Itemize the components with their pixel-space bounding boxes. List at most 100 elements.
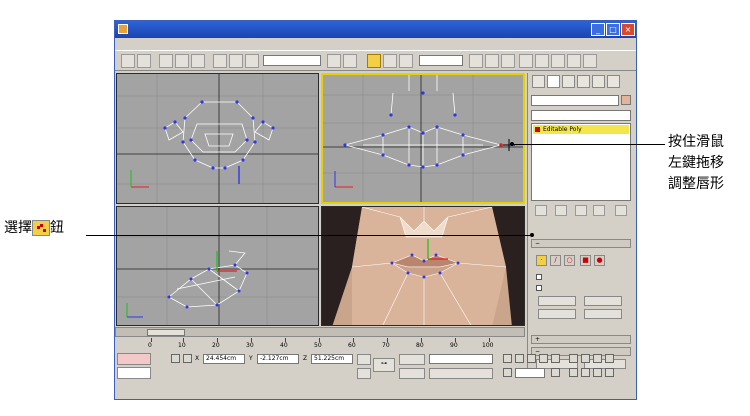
zoom-extents-all-icon[interactable] xyxy=(605,354,614,363)
quick-render-button[interactable] xyxy=(583,54,597,68)
shrink-button[interactable] xyxy=(538,296,576,306)
go-to-start-icon[interactable] xyxy=(503,354,512,363)
by-vertex-checkbox[interactable] xyxy=(536,273,545,280)
select-and-rotate-button[interactable] xyxy=(343,54,357,68)
selection-rollout-header[interactable]: − xyxy=(531,239,631,248)
ring-button[interactable] xyxy=(538,309,576,319)
show-end-result-icon[interactable] xyxy=(555,205,567,216)
maxscript-listener-mini[interactable] xyxy=(117,353,151,365)
zoom-extents-icon[interactable] xyxy=(593,354,602,363)
schematic-view-button[interactable] xyxy=(535,54,549,68)
timeline-ruler[interactable]: 0 10 20 30 40 50 60 70 80 90 100 xyxy=(115,338,525,350)
pan-icon[interactable] xyxy=(581,368,590,377)
set-key-button[interactable] xyxy=(399,368,425,379)
expand-icon: + xyxy=(535,336,541,343)
set-key-big-button[interactable]: ⊶ xyxy=(373,358,395,372)
modifier-stack-item[interactable]: Editable Poly xyxy=(533,125,629,134)
play-icon[interactable] xyxy=(527,354,536,363)
undo-button[interactable] xyxy=(121,54,135,68)
x-label: X xyxy=(195,355,200,362)
arc-rotate-icon[interactable] xyxy=(593,368,602,377)
remove-modifier-icon[interactable] xyxy=(593,205,605,216)
rectangular-selection-button[interactable] xyxy=(245,54,259,68)
select-link-button[interactable] xyxy=(159,54,173,68)
z-coordinate-field[interactable]: 51.225cm xyxy=(311,354,353,364)
modifier-list-dropdown[interactable] xyxy=(531,110,631,121)
viewport-front[interactable] xyxy=(321,73,525,204)
ruler-tick-label: 80 xyxy=(416,342,424,349)
object-color-swatch[interactable] xyxy=(621,95,631,105)
ruler-tick-label: 40 xyxy=(280,342,288,349)
maximize-button[interactable]: □ xyxy=(606,23,620,36)
selected-dropdown[interactable] xyxy=(429,354,493,364)
grow-button[interactable] xyxy=(584,296,622,306)
add-time-tag-button[interactable] xyxy=(357,368,371,379)
create-tab-icon[interactable] xyxy=(532,75,545,88)
time-configuration-icon[interactable] xyxy=(551,368,560,377)
object-name-field[interactable] xyxy=(531,95,619,106)
soft-selection-rollout-header[interactable]: + xyxy=(531,335,631,344)
zoom-all-icon[interactable] xyxy=(581,354,590,363)
ruler-tick-label: 20 xyxy=(212,342,220,349)
motion-tab-icon[interactable] xyxy=(577,75,590,88)
maxscript-input-mini[interactable] xyxy=(117,367,151,379)
lock-icon[interactable] xyxy=(171,354,180,363)
vertex-icon[interactable]: · xyxy=(536,255,547,266)
element-icon[interactable]: ● xyxy=(594,255,605,266)
y-coordinate-field[interactable]: -2.127cm xyxy=(257,354,299,364)
curve-editor-button[interactable] xyxy=(519,54,533,68)
zoom-icon[interactable] xyxy=(569,354,578,363)
configure-modifier-sets-icon[interactable] xyxy=(615,205,627,216)
ruler-tick-label: 90 xyxy=(450,342,458,349)
redo-button[interactable] xyxy=(137,54,151,68)
display-tab-icon[interactable] xyxy=(592,75,605,88)
key-filters-button[interactable] xyxy=(429,368,493,379)
align-button[interactable] xyxy=(501,54,515,68)
field-of-view-icon[interactable] xyxy=(569,368,578,377)
mirror-button[interactable] xyxy=(485,54,499,68)
previous-frame-icon[interactable] xyxy=(515,354,524,363)
selection-filter-dropdown[interactable] xyxy=(263,55,321,66)
loop-button[interactable] xyxy=(584,309,622,319)
time-slider-thumb[interactable] xyxy=(147,329,185,336)
material-editor-button[interactable] xyxy=(551,54,565,68)
absolute-mode-icon[interactable] xyxy=(183,354,192,363)
x-coordinate-field[interactable]: 24.454cm xyxy=(203,354,245,364)
pivot-center-button[interactable] xyxy=(469,54,483,68)
bind-space-warp-button[interactable] xyxy=(191,54,205,68)
current-frame-field[interactable] xyxy=(515,368,545,378)
pin-stack-icon[interactable] xyxy=(535,205,547,216)
go-to-end-icon[interactable] xyxy=(551,354,560,363)
viewport-left[interactable] xyxy=(116,206,319,326)
key-mode-icon[interactable] xyxy=(503,368,512,377)
select-by-name-button[interactable] xyxy=(229,54,243,68)
viewport-top[interactable] xyxy=(116,73,319,204)
ruler-tick-label: 10 xyxy=(178,342,186,349)
y-label: Y xyxy=(249,355,253,362)
time-slider-track[interactable] xyxy=(115,327,525,337)
hierarchy-tab-icon[interactable] xyxy=(562,75,575,88)
next-frame-icon[interactable] xyxy=(539,354,548,363)
reference-coordinate-dropdown[interactable] xyxy=(419,55,463,66)
edge-icon[interactable]: ∕ xyxy=(550,255,561,266)
render-scene-button[interactable] xyxy=(567,54,581,68)
utilities-tab-icon[interactable] xyxy=(607,75,620,88)
grid-button[interactable] xyxy=(357,354,371,365)
modify-tab-icon[interactable] xyxy=(547,75,560,88)
close-button[interactable]: × xyxy=(621,23,635,36)
move-icon[interactable] xyxy=(367,54,381,68)
viewport-top-canvas xyxy=(117,74,318,203)
minimize-button[interactable]: _ xyxy=(591,23,605,36)
auto-key-button[interactable] xyxy=(399,354,425,365)
maximize-viewport-icon[interactable] xyxy=(605,368,614,377)
select-and-move-button[interactable] xyxy=(327,54,341,68)
make-unique-icon[interactable] xyxy=(575,205,587,216)
polygon-icon[interactable]: ■ xyxy=(580,255,591,266)
viewport-perspective[interactable] xyxy=(321,206,525,326)
scale-icon[interactable] xyxy=(399,54,413,68)
rotate-icon[interactable] xyxy=(383,54,397,68)
border-icon[interactable]: ○ xyxy=(564,255,575,266)
select-object-button[interactable] xyxy=(213,54,227,68)
unlink-button[interactable] xyxy=(175,54,189,68)
ignore-backfacing-checkbox[interactable] xyxy=(536,284,545,291)
